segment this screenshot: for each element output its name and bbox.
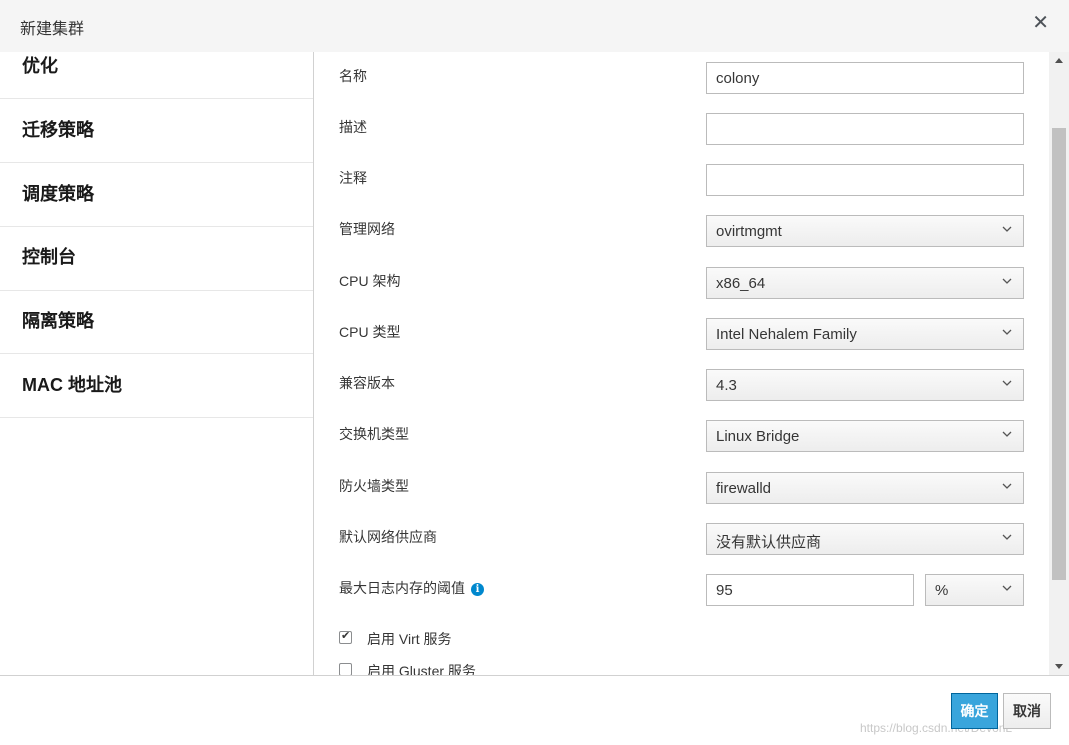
chevron-down-icon [1002,429,1012,439]
chevron-down-icon [1002,224,1012,234]
enable-gluster-checkbox[interactable] [339,663,352,675]
compat-version-row: 兼容版本 4.3 [315,369,1049,407]
sidebar-item-optimization[interactable]: 优化 [0,52,313,99]
max-log-memory-input[interactable] [706,574,914,606]
cpu-arch-row: CPU 架构 x86_64 [315,267,1049,305]
comment-label: 注释 [339,170,367,186]
cpu-type-label: CPU 类型 [339,324,401,340]
name-label: 名称 [339,68,367,84]
chevron-down-icon [1002,583,1012,593]
scrollbar-thumb[interactable] [1052,128,1066,580]
dialog-footer: https://blog.csdn.net/DevonL 确定 取消 [0,675,1069,745]
enable-gluster-label: 启用 Gluster 服务 [367,663,476,675]
ok-button[interactable]: 确定 [951,693,998,729]
default-network-provider-row: 默认网络供应商 没有默认供应商 [315,523,1049,561]
compat-version-select[interactable]: 4.3 [706,369,1024,401]
sidebar-item-label: 隔离策略 [22,311,94,331]
sidebar-item-migration-policy[interactable]: 迁移策略 [0,99,313,163]
sidebar-item-label: 优化 [22,56,58,76]
form-panel: 名称 描述 注释 管理网络 ovirtmgmt CPU 架构 x86_64 [315,52,1049,675]
firewall-type-row: 防火墙类型 firewalld [315,472,1049,510]
select-value: x86_64 [716,275,766,292]
firewall-type-select[interactable]: firewalld [706,472,1024,504]
info-icon[interactable]: i [471,583,484,596]
select-value: % [935,582,949,599]
chevron-down-icon [1002,378,1012,388]
max-log-memory-row: 最大日志内存的阈值 i % [315,574,1049,612]
sidebar-item-label: 迁移策略 [22,120,94,140]
comment-input[interactable] [706,164,1024,196]
sidebar-item-scheduling-policy[interactable]: 调度策略 [0,163,313,227]
select-value: Linux Bridge [716,428,800,445]
sidebar-item-label: 控制台 [22,247,76,267]
dialog-title: 新建集群 [20,21,85,38]
sidebar-item-fencing-policy[interactable]: 隔离策略 [0,290,313,354]
description-input[interactable] [706,113,1024,145]
enable-virt-label: 启用 Virt 服务 [367,631,452,647]
default-network-provider-select[interactable]: 没有默认供应商 [706,523,1024,555]
new-cluster-dialog: 新建集群 ✕ 优化 迁移策略 调度策略 控制台 隔离策略 MAC 地址池 名称 … [0,0,1069,745]
default-network-provider-label: 默认网络供应商 [339,529,437,545]
description-label: 描述 [339,119,367,135]
cpu-arch-label: CPU 架构 [339,273,401,289]
max-log-memory-label: 最大日志内存的阈值 i [339,578,484,598]
chevron-down-icon [1002,276,1012,286]
switch-type-label: 交换机类型 [339,426,409,442]
cpu-arch-select[interactable]: x86_64 [706,267,1024,299]
switch-type-row: 交换机类型 Linux Bridge [315,420,1049,458]
sidebar-item-mac-pool[interactable]: MAC 地址池 [0,354,313,418]
select-value: ovirtmgmt [716,223,782,240]
management-network-label: 管理网络 [339,221,395,237]
max-log-memory-unit-select[interactable]: % [925,574,1024,606]
chevron-down-icon [1002,532,1012,542]
select-value: 4.3 [716,377,737,394]
name-row: 名称 [315,62,1049,100]
sidebar: 优化 迁移策略 调度策略 控制台 隔离策略 MAC 地址池 [0,52,314,675]
sidebar-item-label: MAC 地址池 [22,375,122,395]
dialog-header: 新建集群 ✕ [0,0,1069,52]
sidebar-item-label: 调度策略 [22,184,94,204]
select-value: firewalld [716,480,772,497]
management-network-row: 管理网络 ovirtmgmt [315,215,1049,253]
comment-row: 注释 [315,164,1049,202]
cancel-button[interactable]: 取消 [1003,693,1051,729]
close-icon[interactable]: ✕ [1032,12,1049,34]
cpu-type-row: CPU 类型 Intel Nehalem Family [315,318,1049,356]
sidebar-item-console[interactable]: 控制台 [0,227,313,291]
firewall-type-label: 防火墙类型 [339,478,409,494]
description-row: 描述 [315,113,1049,151]
select-value: 没有默认供应商 [716,534,822,551]
switch-type-select[interactable]: Linux Bridge [706,420,1024,452]
chevron-down-icon [1002,481,1012,491]
select-value: Intel Nehalem Family [716,326,857,343]
chevron-down-icon [1002,327,1012,337]
cpu-type-select[interactable]: Intel Nehalem Family [706,318,1024,350]
scroll-down-icon[interactable] [1055,664,1063,669]
enable-virt-checkbox[interactable] [339,629,352,644]
management-network-select[interactable]: ovirtmgmt [706,215,1024,247]
compat-version-label: 兼容版本 [339,375,395,391]
scrollbar[interactable] [1049,52,1069,675]
name-input[interactable] [706,62,1024,94]
scroll-up-icon[interactable] [1055,58,1063,63]
max-log-memory-label-text: 最大日志内存的阈值 [339,580,465,596]
